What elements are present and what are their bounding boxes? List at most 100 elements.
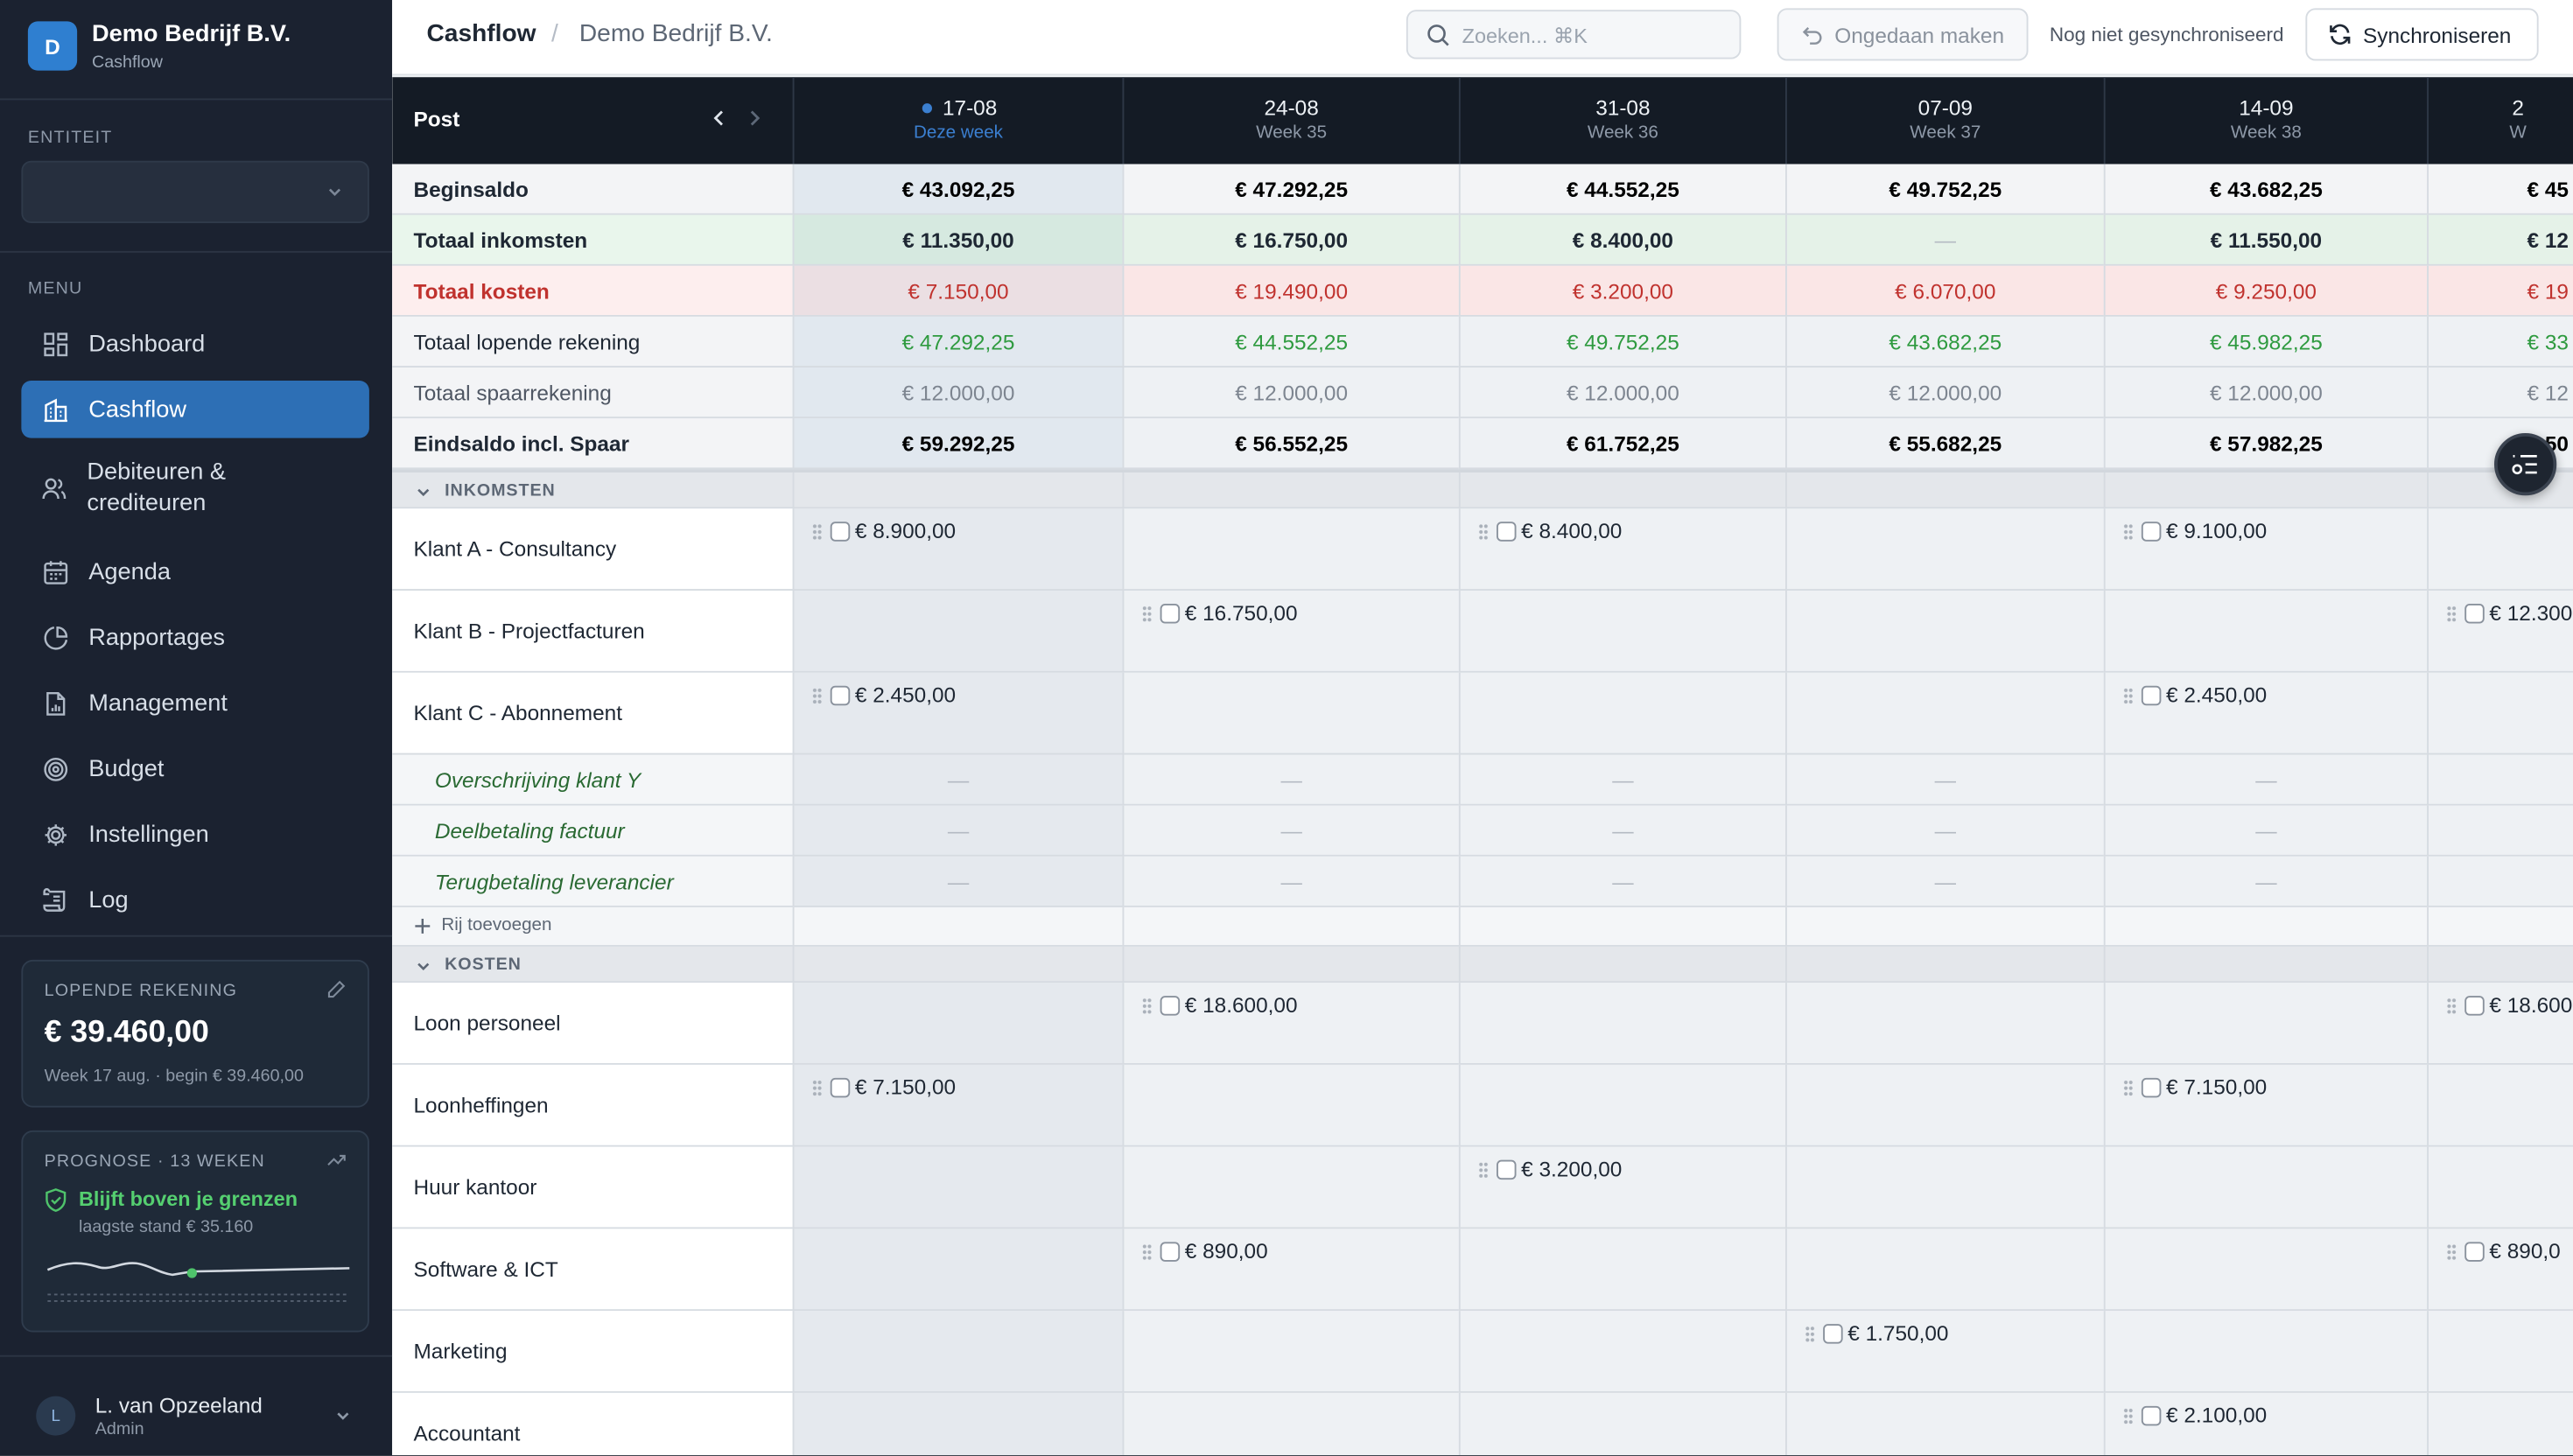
summary-cell[interactable]: € 44.552,25 [1458,164,1785,215]
drag-handle-icon[interactable] [2446,1242,2457,1260]
summary-cell[interactable]: € 45.982,25 [2103,316,2428,368]
cashflow-entry[interactable]: € 8.400,00 [1478,519,1622,543]
summary-cell[interactable]: € 11.350,00 [792,214,1123,266]
line-item-label[interactable]: Klant B - Projectfacturen [392,591,793,673]
drag-handle-icon[interactable] [2123,1406,2134,1424]
empty-cell[interactable]: — [2103,856,2428,907]
summary-cell[interactable]: € 6.070,00 [1785,265,2104,317]
entry-checkbox[interactable] [2141,521,2162,541]
grid-cell[interactable] [1122,1064,1459,1147]
cashflow-entry[interactable]: € 3.200,00 [1478,1157,1622,1181]
empty-cell[interactable]: — [1458,856,1785,907]
entry-checkbox[interactable] [1160,1241,1181,1261]
entry-checkbox[interactable] [2141,684,2162,705]
next-week-button[interactable] [745,107,768,133]
cashflow-entry[interactable]: € 890,0 [2446,1239,2561,1264]
summary-cell[interactable]: € 12.000,00 [1122,368,1459,419]
summary-cell[interactable]: € 12.000,00 [2103,368,2428,419]
drag-handle-icon[interactable] [812,1078,823,1096]
line-item-label[interactable]: Klant C - Abonnement [392,672,793,755]
line-item-label[interactable]: Accountant [392,1392,793,1456]
sidebar-item-instellingen[interactable]: Instellingen [21,806,369,864]
grid-cell[interactable] [1785,591,2104,673]
sidebar-item-management[interactable]: Management [21,675,369,732]
line-item-label[interactable]: Marketing [392,1311,793,1393]
breadcrumb-company[interactable]: Demo Bedrijf B.V. [579,20,773,48]
empty-cell[interactable]: — [792,805,1123,857]
grid-cell[interactable] [1785,1228,2104,1312]
drag-handle-icon[interactable] [1142,1242,1153,1260]
week-column-header[interactable]: 31-08 Week 36 [1458,77,1785,164]
grid-cell[interactable] [792,983,1123,1065]
summary-cell[interactable]: € 49.752,25 [1785,164,2104,215]
drag-handle-icon[interactable] [812,522,823,539]
grid-cell[interactable] [1122,1311,1459,1393]
entry-checkbox[interactable] [1823,1323,1843,1343]
summary-cell[interactable]: € 12.000,00 [1785,368,2104,419]
grid-cell[interactable] [1458,1228,1785,1312]
summary-cell[interactable]: € 43.092,25 [792,164,1123,215]
grid-cell[interactable] [1122,1146,1459,1229]
grid-cell[interactable] [2427,1311,2573,1393]
summary-cell[interactable]: € 9.250,00 [2103,265,2428,317]
drag-handle-icon[interactable] [1142,997,1153,1013]
grid-cell[interactable] [1785,508,2104,591]
summary-cell[interactable]: € 7.150,00 [792,265,1123,317]
grid-cell[interactable] [1458,1392,1785,1456]
drag-handle-icon[interactable] [1142,604,1153,621]
drag-handle-icon[interactable] [2123,686,2134,704]
drag-handle-icon[interactable] [2446,604,2457,621]
cashflow-entry[interactable]: € 2.450,00 [812,682,956,707]
grid-cell[interactable] [2103,1228,2428,1312]
line-item-label[interactable]: Loon personeel [392,983,793,1065]
summary-cell[interactable]: € 45 [2427,164,2573,215]
cashflow-entry[interactable]: € 2.100,00 [2123,1403,2267,1427]
entry-checkbox[interactable] [1160,603,1181,623]
week-column-header[interactable]: 24-08 Week 35 [1122,77,1459,164]
unmatched-transaction-label[interactable]: Overschrijving klant Y [392,754,793,806]
grid-cell[interactable] [2103,591,2428,673]
sidebar-item-agenda[interactable]: Agenda [21,543,369,601]
grid-cell[interactable] [792,1146,1123,1229]
sync-button[interactable]: Synchroniseren [2305,8,2539,61]
sidebar-item-dashboard[interactable]: Dashboard [21,315,369,373]
drag-handle-icon[interactable] [2123,522,2134,539]
grid-cell[interactable] [2103,983,2428,1065]
section-header[interactable] [392,472,2573,509]
entity-select[interactable] [21,160,369,223]
cashflow-entry[interactable]: € 7.150,00 [2123,1074,2267,1099]
grid-cell[interactable] [2427,1064,2573,1147]
breadcrumb-current[interactable]: Cashflow [427,20,536,48]
empty-cell[interactable]: — [1785,805,2104,857]
week-column-header[interactable]: 14-09 Week 38 [2103,77,2427,164]
row-options-button[interactable] [2494,433,2557,496]
summary-cell[interactable]: € 47.292,25 [792,316,1123,368]
entry-checkbox[interactable] [1497,521,1517,541]
section-header[interactable] [392,946,2573,984]
summary-cell[interactable]: € 19 [2427,265,2573,317]
grid-cell[interactable] [2103,1146,2428,1229]
week-column-header[interactable]: 17-08 Deze week [792,77,1123,164]
summary-cell[interactable]: € 49.752,25 [1458,316,1785,368]
grid-cell[interactable] [792,591,1123,673]
empty-cell[interactable]: — [792,754,1123,806]
grid-cell[interactable] [1458,591,1785,673]
empty-cell[interactable]: — [1122,754,1459,806]
grid-cell[interactable] [2427,672,2573,755]
drag-handle-icon[interactable] [1805,1325,1815,1341]
summary-cell[interactable]: € 56.552,25 [1122,418,1459,470]
summary-cell[interactable]: € 43.682,25 [2103,164,2428,215]
cashflow-entry[interactable]: € 18.600,00 [1142,992,1298,1018]
empty-cell[interactable]: — [1122,856,1459,907]
summary-cell[interactable]: € 43.682,25 [1785,316,2104,368]
pencil-icon[interactable] [326,979,347,999]
grid-cell[interactable] [1458,672,1785,755]
cashflow-entry[interactable]: € 8.900,00 [812,519,956,543]
add-row-button[interactable]: Rij toevoegen [414,915,552,935]
empty-cell[interactable]: — [2103,754,2428,806]
empty-cell[interactable]: — [1458,805,1785,857]
empty-cell[interactable]: — [1122,805,1459,857]
grid-cell[interactable] [792,1392,1123,1456]
line-item-label[interactable]: Loonheffingen [392,1064,793,1147]
summary-cell[interactable]: € 59.292,25 [792,418,1123,470]
